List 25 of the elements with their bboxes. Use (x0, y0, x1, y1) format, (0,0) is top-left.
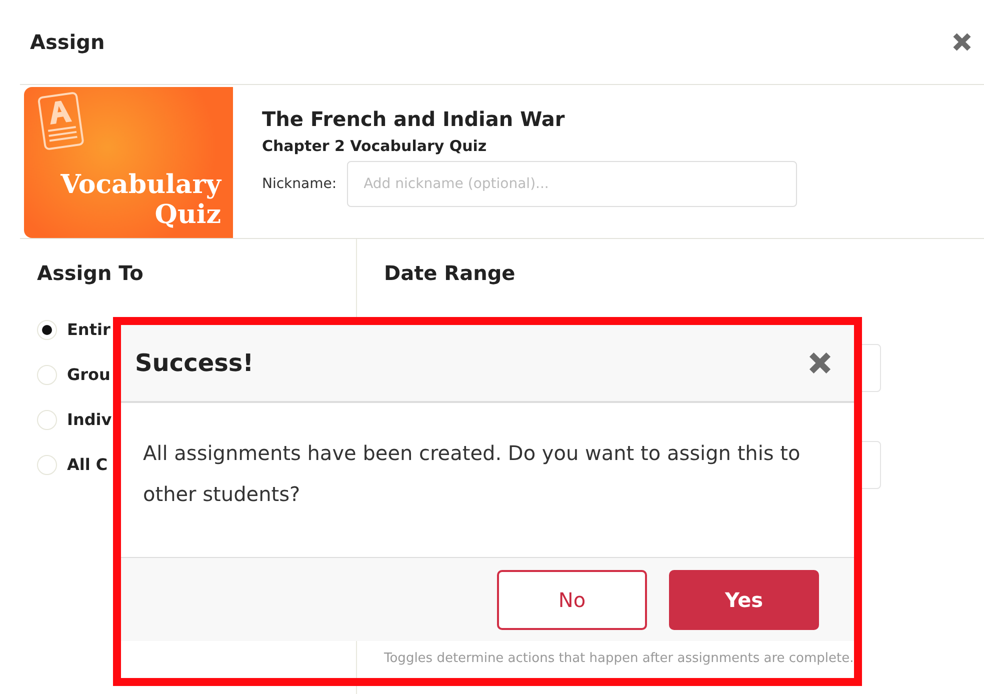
assign-to-heading: Assign To (37, 261, 144, 285)
option-label: Grou (67, 365, 110, 384)
toggles-note: Toggles determine actions that happen after assignments are complete. (384, 651, 854, 666)
radio-button[interactable] (37, 364, 57, 384)
dialog-message: All assignments have been created. Do you want to assign this to other students? (143, 440, 802, 508)
dialog-title: Success! (135, 349, 254, 377)
option-label: All C (67, 455, 108, 474)
window-title: Assign (30, 30, 105, 54)
yes-button[interactable]: Yes (669, 570, 819, 630)
tile-title: Vocabulary (60, 170, 221, 200)
document-icon (36, 91, 86, 153)
date-range-heading: Date Range (384, 261, 516, 285)
assignment-title: The French and Indian War (262, 107, 566, 131)
option-label: Entir (67, 320, 110, 339)
assignment-subtitle: Chapter 2 Vocabulary Quiz (262, 137, 488, 155)
option-label: Indiv (67, 410, 112, 429)
nickname-label: Nickname: (262, 176, 337, 192)
close-icon[interactable] (808, 351, 832, 375)
close-icon[interactable] (952, 32, 972, 52)
tile-title: Quiz (154, 200, 221, 230)
radio-button[interactable] (37, 410, 57, 430)
nickname-field[interactable]: Add nickname (optional)... (346, 161, 797, 207)
radio-button[interactable] (37, 454, 57, 474)
radio-button[interactable] (37, 320, 57, 340)
no-button[interactable]: No (497, 570, 647, 630)
